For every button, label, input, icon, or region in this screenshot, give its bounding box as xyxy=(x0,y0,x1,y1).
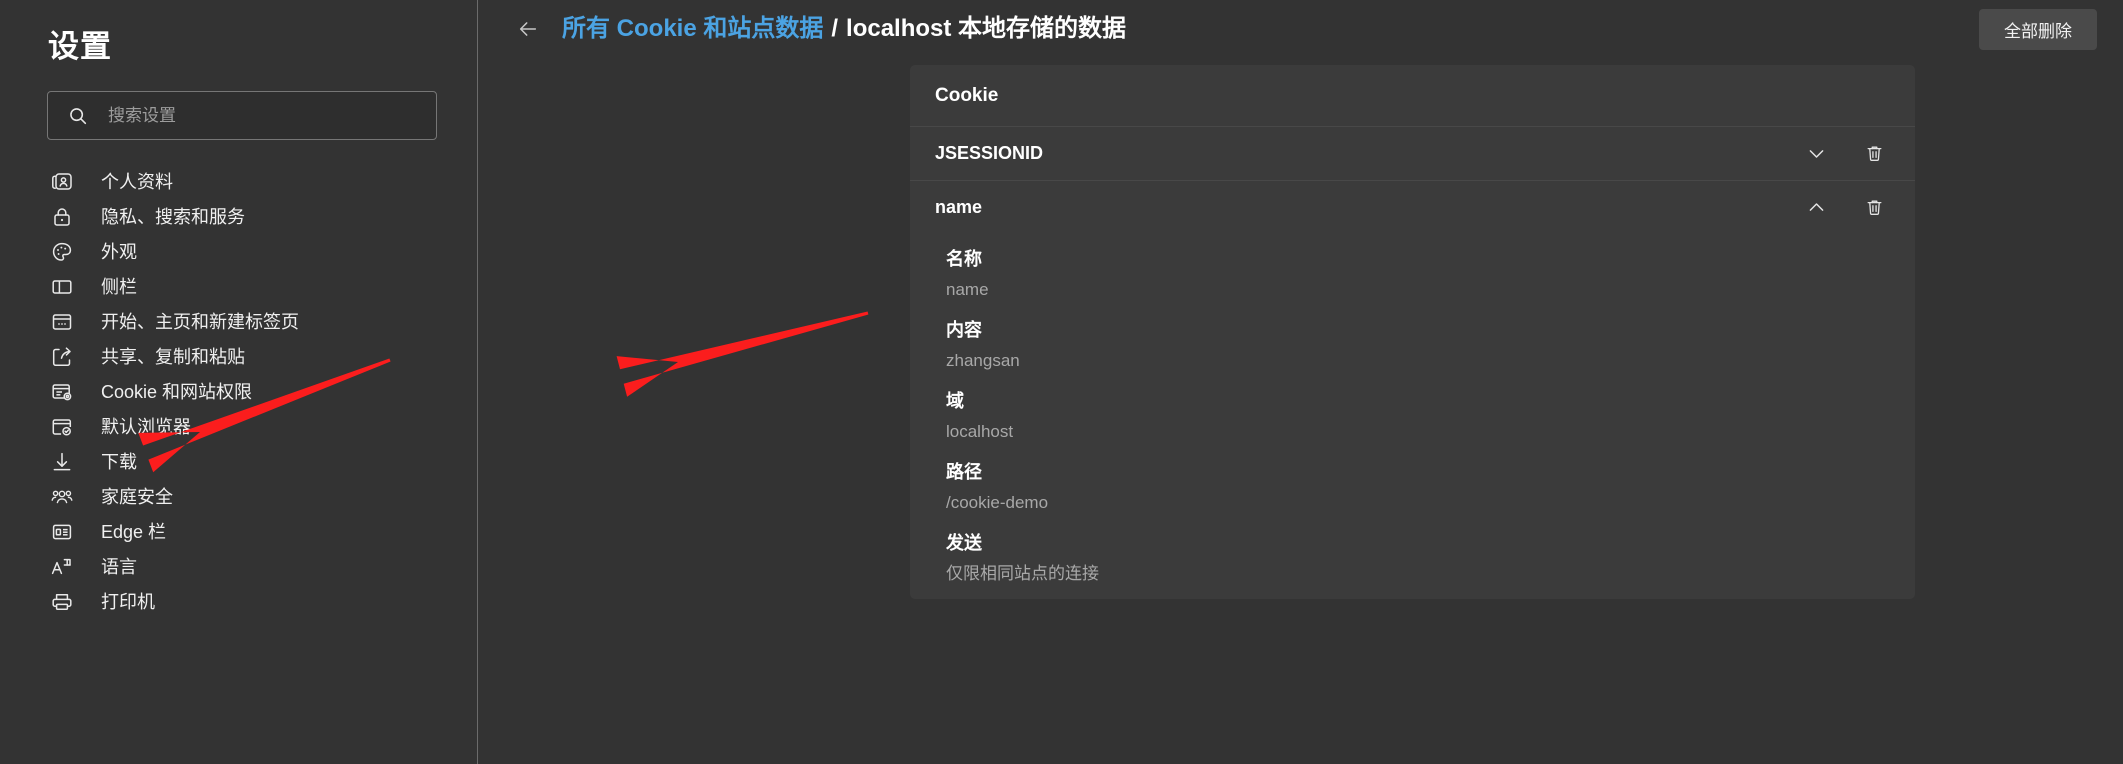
sidebar-item-label: 语言 xyxy=(101,556,137,577)
sidebar-item-label: 下载 xyxy=(101,451,137,472)
delete-cookie-button[interactable] xyxy=(1853,187,1895,229)
sidebar-nav: 个人资料 隐私、搜索和服务 外观 侧栏 开始、主页和新建标签页 共享、复制和粘贴… xyxy=(0,164,477,619)
back-button[interactable] xyxy=(511,12,545,46)
cookie-card: Cookie JSESSIONID name 名称 name 内容 zhangs… xyxy=(910,65,1915,599)
sidebar-item-languages[interactable]: 语言 xyxy=(0,549,477,584)
sidebar-item-edge-bar[interactable]: Edge 栏 xyxy=(0,514,477,549)
sidebar-item-appearance[interactable]: 外观 xyxy=(0,234,477,269)
cookie-row-jsessionid[interactable]: JSESSIONID xyxy=(910,126,1915,180)
settings-window: 设置 个人资料 xyxy=(0,0,2123,764)
sidebar-item-label: 默认浏览器 xyxy=(101,416,191,437)
sidebar-item-start-home-newtab[interactable]: 开始、主页和新建标签页 xyxy=(0,304,477,339)
sidebar-item-cookies-site-permissions[interactable]: Cookie 和网站权限 xyxy=(0,374,477,409)
detail-value: localhost xyxy=(946,422,1014,441)
detail-value: /cookie-demo xyxy=(946,493,1049,512)
family-safety-icon xyxy=(50,485,74,509)
detail-name: 名称 name xyxy=(946,234,1890,305)
default-browser-icon xyxy=(50,415,74,439)
breadcrumb-current: localhost 本地存储的数据 xyxy=(846,15,1127,42)
sidebar-item-downloads[interactable]: 下载 xyxy=(0,444,477,479)
sidebar-icon xyxy=(50,275,74,299)
palette-icon xyxy=(50,240,74,264)
sidebar-item-profile[interactable]: 个人资料 xyxy=(0,164,477,199)
detail-value: 仅限相同站点的连接 xyxy=(946,564,1099,583)
sidebar-item-label: 共享、复制和粘贴 xyxy=(101,346,245,367)
edge-bar-icon xyxy=(50,520,74,544)
language-icon xyxy=(50,555,74,579)
detail-label: 路径 xyxy=(946,462,982,482)
lock-icon xyxy=(50,205,74,229)
cookie-card-header: Cookie xyxy=(910,65,1915,126)
detail-label: 内容 xyxy=(946,320,982,340)
detail-label: 发送 xyxy=(946,533,982,553)
sidebar-item-label: Cookie 和网站权限 xyxy=(101,381,253,402)
collapse-toggle-button[interactable] xyxy=(1795,187,1837,229)
trash-icon xyxy=(1864,143,1885,164)
trash-icon xyxy=(1864,197,1885,218)
detail-send: 发送 仅限相同站点的连接 xyxy=(946,518,1890,589)
main-header: 所有 Cookie 和站点数据 / localhost 本地存储的数据 全部删除 xyxy=(478,0,2123,58)
profile-icon xyxy=(50,170,74,194)
detail-path: 路径 /cookie-demo xyxy=(946,447,1890,518)
delete-cookie-button[interactable] xyxy=(1853,133,1895,175)
sidebar-item-label: 隐私、搜索和服务 xyxy=(101,206,245,227)
sidebar-item-label: 开始、主页和新建标签页 xyxy=(101,311,299,332)
chevron-down-icon xyxy=(1806,143,1827,164)
cookie-card-title: Cookie xyxy=(935,84,999,106)
cookie-name: name xyxy=(935,197,983,217)
search-input[interactable] xyxy=(89,92,436,139)
settings-main-content: 所有 Cookie 和站点数据 / localhost 本地存储的数据 全部删除… xyxy=(478,0,2123,764)
delete-all-button[interactable]: 全部删除 xyxy=(1979,8,2097,50)
sidebar-item-label: Edge 栏 xyxy=(101,521,167,542)
detail-content: 内容 zhangsan xyxy=(946,305,1890,376)
detail-domain: 域 localhost xyxy=(946,376,1890,447)
search-icon xyxy=(67,105,89,127)
sidebar-item-default-browser[interactable]: 默认浏览器 xyxy=(0,409,477,444)
cookie-details: 名称 name 内容 zhangsan 域 localhost 路径 /cook… xyxy=(910,234,1915,599)
settings-sidebar: 设置 个人资料 xyxy=(0,0,478,764)
breadcrumb-parent-link[interactable]: 所有 Cookie 和站点数据 xyxy=(562,12,823,46)
sidebar-item-share-copy-paste[interactable]: 共享、复制和粘贴 xyxy=(0,339,477,374)
sidebar-item-label: 个人资料 xyxy=(101,171,173,192)
chevron-up-icon xyxy=(1806,197,1827,218)
detail-value: name xyxy=(946,280,989,299)
detail-label: 域 xyxy=(946,391,964,411)
breadcrumb-separator: / xyxy=(831,15,839,42)
breadcrumb: 所有 Cookie 和站点数据 / localhost 本地存储的数据 xyxy=(562,12,1126,46)
home-tabs-icon xyxy=(50,310,74,334)
printer-icon xyxy=(50,590,74,614)
sidebar-item-label: 打印机 xyxy=(101,591,155,612)
sidebar-item-label: 家庭安全 xyxy=(101,486,173,507)
search-settings-box[interactable] xyxy=(47,91,437,140)
detail-value: zhangsan xyxy=(946,351,1020,370)
expand-toggle-button[interactable] xyxy=(1795,133,1837,175)
sidebar-item-label: 外观 xyxy=(101,241,137,262)
arrow-left-icon xyxy=(517,18,539,40)
sidebar-item-sidebar[interactable]: 侧栏 xyxy=(0,269,477,304)
cookie-row-name[interactable]: name xyxy=(910,180,1915,234)
sidebar-item-family-safety[interactable]: 家庭安全 xyxy=(0,479,477,514)
cookie-name: JSESSIONID xyxy=(935,143,1044,163)
sidebar-title: 设置 xyxy=(48,29,112,64)
cookie-permissions-icon xyxy=(50,380,74,404)
share-icon xyxy=(50,345,74,369)
detail-label: 名称 xyxy=(946,249,982,269)
sidebar-item-printers[interactable]: 打印机 xyxy=(0,584,477,619)
download-icon xyxy=(50,450,74,474)
sidebar-item-privacy[interactable]: 隐私、搜索和服务 xyxy=(0,199,477,234)
sidebar-item-label: 侧栏 xyxy=(101,276,137,297)
